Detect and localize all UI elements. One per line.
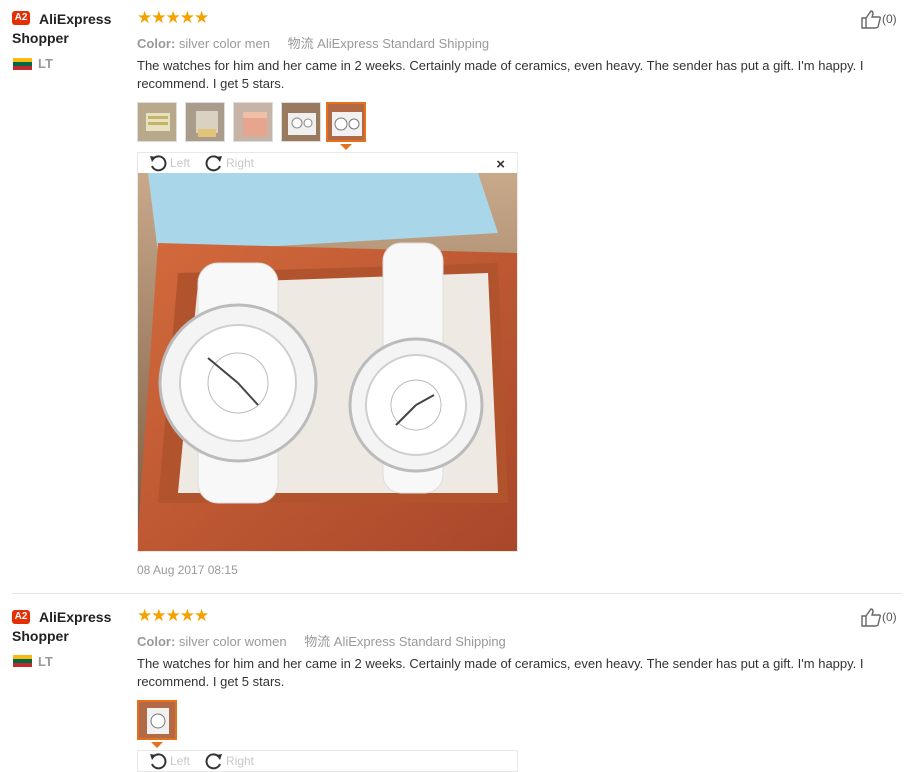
rotate-right-button[interactable]: Right bbox=[204, 154, 254, 172]
helpful-count: (0) bbox=[882, 610, 897, 624]
order-info: Color: silver color men 物流 AliExpress St… bbox=[137, 33, 489, 52]
close-viewer-button[interactable]: × bbox=[496, 156, 505, 173]
selected-thumb-arrow bbox=[340, 144, 352, 150]
photo-thumbnail[interactable] bbox=[185, 102, 225, 142]
helpful-button[interactable]: (0) bbox=[860, 607, 897, 627]
review-text: The watches for him and her came in 2 we… bbox=[137, 656, 864, 689]
color-label: Color: bbox=[137, 634, 176, 649]
lithuania-flag-icon bbox=[13, 58, 32, 70]
rotate-right-label: Right bbox=[226, 156, 255, 170]
color-value: silver color men bbox=[178, 36, 270, 51]
star-rating: ★★★★★ bbox=[137, 8, 209, 27]
photo-thumbnail[interactable] bbox=[233, 102, 273, 142]
review-photo bbox=[138, 173, 517, 551]
lithuania-flag-icon bbox=[13, 655, 32, 667]
photo-thumbnail[interactable] bbox=[137, 102, 177, 142]
order-info: Color: silver color women 物流 AliExpress … bbox=[137, 631, 506, 650]
reviewer-country: LT bbox=[38, 56, 53, 71]
shipping-method: 物流 AliExpress Standard Shipping bbox=[287, 36, 490, 51]
color-value: silver color women bbox=[178, 634, 287, 649]
color-label: Color: bbox=[137, 36, 176, 51]
review-divider bbox=[12, 593, 902, 594]
rotate-left-button[interactable]: Left bbox=[148, 154, 190, 172]
rotate-left-icon bbox=[150, 155, 167, 172]
rotate-right-icon bbox=[205, 753, 222, 770]
photo-thumbnail-selected[interactable] bbox=[137, 700, 177, 740]
thumbs-up-icon bbox=[861, 10, 882, 29]
photo-thumbnail-selected[interactable] bbox=[326, 102, 366, 142]
reviewer-name: AliExpress Shopper bbox=[12, 11, 112, 46]
shipping-method: 物流 AliExpress Standard Shipping bbox=[304, 634, 506, 649]
rotate-left-button[interactable]: Left bbox=[148, 752, 190, 770]
photo-viewer-toolbar: Left Right × bbox=[138, 153, 517, 173]
thumbs-up-icon bbox=[861, 608, 882, 627]
review-text: The watches for him and her came in 2 we… bbox=[137, 58, 864, 91]
rotate-left-icon bbox=[150, 753, 167, 770]
selected-thumb-arrow bbox=[151, 742, 163, 748]
rotate-left-label: Left bbox=[170, 156, 191, 170]
reviewer-country: LT bbox=[38, 654, 53, 669]
photo-viewer-toolbar: Left Right bbox=[138, 751, 517, 771]
reviewer-name: AliExpress Shopper bbox=[12, 609, 112, 644]
photo-viewer: Left Right × bbox=[137, 152, 518, 552]
helpful-count: (0) bbox=[882, 12, 897, 26]
rotate-right-button[interactable]: Right bbox=[204, 752, 254, 770]
star-rating: ★★★★★ bbox=[137, 606, 209, 625]
rotate-right-label: Right bbox=[226, 754, 255, 768]
photo-viewer: Left Right bbox=[137, 750, 518, 772]
rotate-right-icon bbox=[205, 155, 222, 172]
helpful-button[interactable]: (0) bbox=[860, 9, 897, 29]
review-date: 08 Aug 2017 08:15 bbox=[137, 563, 238, 577]
rotate-left-label: Left bbox=[170, 754, 191, 768]
photo-thumbnail[interactable] bbox=[281, 102, 321, 142]
